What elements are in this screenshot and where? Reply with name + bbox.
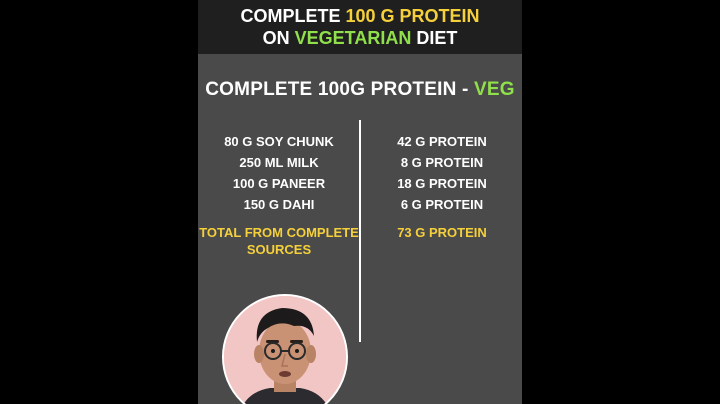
food-item: 150 G DAHI bbox=[243, 197, 315, 212]
title-line-2-highlight: VEGETARIAN bbox=[294, 28, 412, 48]
presenter-portrait bbox=[224, 296, 346, 404]
food-items-column: 80 G SOY CHUNK 250 ML MILK 100 G PANEER … bbox=[198, 131, 360, 258]
subtitle-main: COMPLETE 100G PROTEIN - bbox=[205, 79, 474, 100]
protein-column: 42 G PROTEIN 8 G PROTEIN 18 G PROTEIN 6 … bbox=[362, 131, 522, 241]
total-value: 73 G PROTEIN bbox=[397, 225, 487, 240]
protein-value: 18 G PROTEIN bbox=[397, 176, 487, 191]
protein-value: 8 G PROTEIN bbox=[400, 155, 484, 170]
title-line-2-suffix: DIET bbox=[411, 28, 458, 48]
title-line-1: COMPLETE 100 G PROTEIN bbox=[198, 5, 522, 27]
protein-value: 6 G PROTEIN bbox=[400, 197, 484, 212]
title-line-2-prefix: ON bbox=[262, 28, 295, 48]
presenter-avatar bbox=[222, 294, 348, 404]
title-line-2: ON VEGETARIAN DIET bbox=[198, 27, 522, 49]
title-line-1-prefix: COMPLETE bbox=[240, 6, 346, 26]
title-bar: COMPLETE 100 G PROTEIN ON VEGETARIAN DIE… bbox=[198, 0, 522, 54]
video-frame: COMPLETE 100 G PROTEIN ON VEGETARIAN DIE… bbox=[198, 0, 522, 404]
protein-value: 42 G PROTEIN bbox=[397, 134, 487, 149]
food-item: 100 G PANEER bbox=[232, 176, 326, 191]
food-item: 80 G SOY CHUNK bbox=[224, 134, 334, 149]
subtitle-highlight: VEG bbox=[474, 79, 515, 100]
total-label: TOTAL FROM COMPLETE SOURCES bbox=[199, 225, 359, 257]
slide-subtitle: COMPLETE 100G PROTEIN - VEG bbox=[198, 79, 522, 101]
food-item: 250 ML MILK bbox=[239, 155, 319, 170]
title-line-1-highlight: 100 G PROTEIN bbox=[345, 6, 480, 26]
